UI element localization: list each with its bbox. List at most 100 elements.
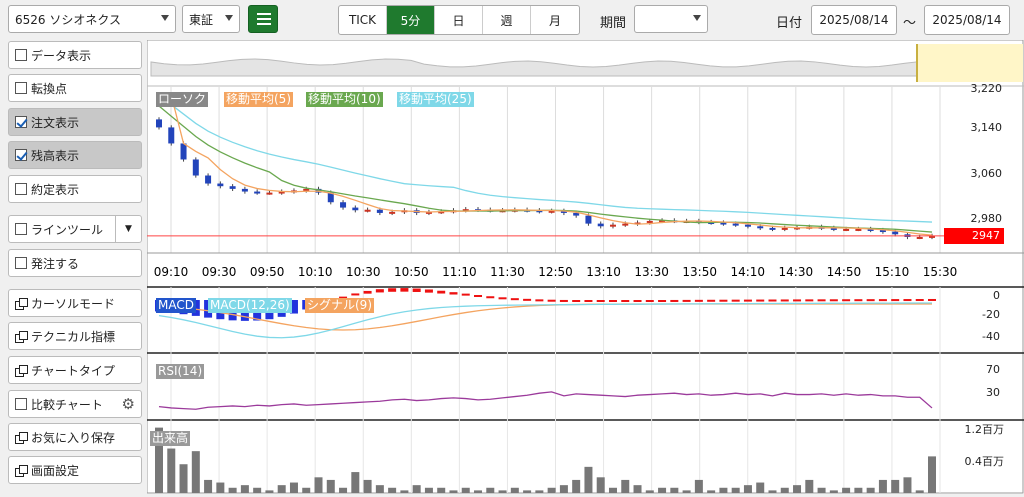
- sidebar-item[interactable]: ラインツール ▼: [8, 215, 142, 243]
- tab-week[interactable]: 週: [483, 6, 531, 34]
- sidebar-item-label: 残高表示: [31, 148, 80, 163]
- macd-histogram-bar: [891, 299, 900, 302]
- macd-histogram-bar: [915, 299, 924, 302]
- candle-body: [389, 211, 396, 214]
- legend-signal: シグナル(9): [305, 298, 374, 313]
- time-label: 09:10: [154, 265, 189, 279]
- sidebar-item[interactable]: 注文表示: [8, 108, 142, 136]
- volume-bar: [240, 485, 249, 493]
- checkbox-icon: [15, 398, 27, 410]
- volume-bar: [915, 490, 924, 493]
- time-label: 10:10: [298, 265, 333, 279]
- candle-body: [757, 226, 764, 229]
- volume-bar: [437, 487, 446, 493]
- sidebar-item[interactable]: チャートタイプ: [8, 356, 142, 384]
- volume-bar: [523, 490, 532, 493]
- volume-bar: [326, 479, 335, 493]
- list-menu-button[interactable]: [248, 5, 278, 33]
- volume-bar: [474, 490, 483, 493]
- macd-histogram-bar: [756, 299, 765, 302]
- candle-body: [254, 191, 261, 194]
- time-label: 09:50: [250, 265, 285, 279]
- macd-histogram-bar: [608, 300, 617, 302]
- time-label: 13:10: [586, 265, 621, 279]
- date-to-field[interactable]: 2025/08/14: [924, 5, 1010, 35]
- symbol-select[interactable]: 6526 ソシオネクス: [8, 5, 176, 33]
- macd-histogram-bar: [780, 299, 789, 302]
- volume-bar: [228, 487, 237, 493]
- sidebar-item-label: 転換点: [31, 81, 68, 96]
- chart-area[interactable]: 09:10 09:30 09:50 10:10 10:30 10:50 11:10 11:30…: [146, 39, 1024, 494]
- sidebar-item[interactable]: お気に入り保存: [8, 423, 142, 451]
- volume-bar: [780, 487, 789, 493]
- macd-histogram-bar: [351, 293, 360, 296]
- volume-bar: [486, 487, 495, 493]
- macd-histogram-bar: [903, 299, 912, 302]
- time-label: 14:10: [730, 265, 765, 279]
- candle-body: [156, 119, 162, 128]
- macd-tick: 0: [993, 289, 1000, 302]
- tab-5min[interactable]: 5分: [387, 6, 435, 34]
- volume-bar: [375, 485, 384, 493]
- sidebar-item[interactable]: 画面設定: [8, 456, 142, 484]
- sidebar-item[interactable]: データ表示: [8, 41, 142, 69]
- tab-day[interactable]: 日: [435, 6, 483, 34]
- sidebar-item-label: テクニカル指標: [31, 329, 116, 344]
- rsi-tick: 30: [986, 386, 1000, 399]
- sidebar-item-label: 注文表示: [31, 115, 80, 130]
- gear-icon[interactable]: ⚙: [122, 395, 135, 413]
- sidebar-item-label: 約定表示: [31, 182, 80, 197]
- period-select[interactable]: [634, 5, 708, 33]
- window-icon: [15, 464, 28, 477]
- candle-body: [364, 209, 371, 212]
- volume-bar: [400, 490, 409, 493]
- sidebar-item[interactable]: カーソルモード: [8, 289, 142, 317]
- candle-body: [180, 143, 187, 160]
- macd-histogram-bar: [547, 299, 556, 302]
- checkbox-icon: [15, 257, 27, 269]
- sidebar-item[interactable]: 転換点: [8, 74, 142, 102]
- macd-histogram-bar: [437, 290, 446, 294]
- macd-tick: -40: [982, 330, 1000, 343]
- checkbox-checked-icon: [15, 149, 27, 161]
- sidebar-item[interactable]: 約定表示: [8, 175, 142, 203]
- macd-histogram-bar: [866, 299, 875, 302]
- macd-histogram-bar: [424, 289, 433, 293]
- macd-histogram-bar: [388, 288, 397, 292]
- date-from-field[interactable]: 2025/08/14: [811, 5, 897, 35]
- tab-tick[interactable]: TICK: [339, 6, 387, 34]
- volume-bar: [891, 479, 900, 493]
- time-label: 14:30: [779, 265, 814, 279]
- sidebar-item-label: チャートタイプ: [31, 363, 115, 378]
- candle-body: [205, 175, 212, 184]
- volume-bar: [535, 490, 544, 493]
- overview-window: [917, 44, 1023, 82]
- market-select[interactable]: 東証: [182, 5, 240, 33]
- candle-body: [266, 192, 273, 195]
- macd-histogram-bar: [768, 299, 777, 302]
- macd-histogram-bar: [535, 299, 544, 302]
- macd-histogram-bar: [731, 299, 740, 302]
- candle-body: [769, 227, 776, 230]
- volume-bar: [179, 464, 188, 493]
- tab-month[interactable]: 月: [531, 6, 579, 34]
- rsi-tick: 70: [986, 363, 1000, 376]
- time-label: 11:10: [442, 265, 477, 279]
- sidebar-item[interactable]: 残高表示: [8, 141, 142, 169]
- sidebar-item[interactable]: テクニカル指標: [8, 322, 142, 350]
- macd-histogram-bar: [510, 298, 519, 301]
- overview-area: [150, 58, 919, 77]
- macd-histogram-bar: [559, 299, 568, 302]
- candle-body: [732, 223, 739, 226]
- sidebar-item-label: 画面設定: [31, 463, 80, 478]
- sidebar-item[interactable]: 比較チャート ⚙: [8, 390, 142, 418]
- volume-bar: [719, 487, 728, 493]
- sidebar-item[interactable]: 発注する: [8, 249, 142, 277]
- checkbox-icon: [15, 49, 27, 61]
- volume-bar: [817, 487, 826, 493]
- macd-histogram-bar: [719, 299, 728, 302]
- chevron-down-icon[interactable]: ▼: [115, 216, 141, 242]
- volume-bar: [743, 485, 752, 493]
- volume-bar: [731, 487, 740, 493]
- volume-bar: [424, 487, 433, 493]
